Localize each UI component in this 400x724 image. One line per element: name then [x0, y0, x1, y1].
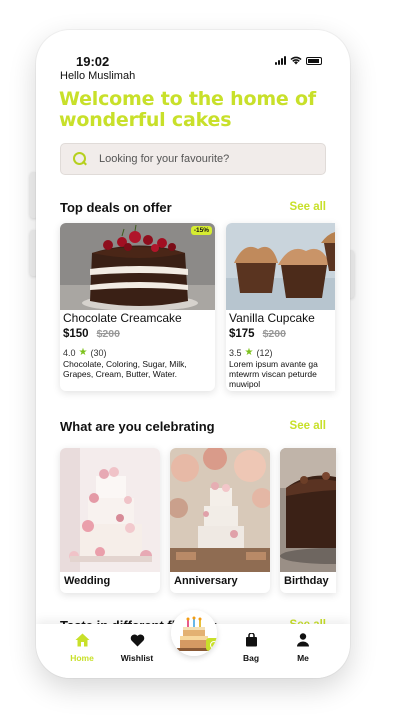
search-bar[interactable] [60, 143, 326, 175]
occasion-label: Anniversary [174, 575, 238, 587]
nav-item-bag[interactable]: Bag [226, 632, 276, 663]
camera-icon [206, 638, 217, 651]
occasion-label: Birthday [284, 575, 329, 587]
deal-image: -15% [60, 223, 215, 310]
celebrating-see-all-link[interactable]: See all [290, 420, 326, 432]
nav-item-wishlist[interactable]: Wishlist [112, 632, 162, 663]
anniversary-cake-image [170, 448, 270, 572]
nav-label: Wishlist [120, 653, 154, 663]
wifi-icon [290, 56, 302, 65]
status-icons [275, 56, 322, 65]
deal-name: Chocolate Creamcake [63, 311, 182, 325]
nav-item-home[interactable]: Home [57, 632, 107, 663]
chocolate-cake-image [60, 223, 215, 310]
occasion-image [60, 448, 160, 572]
review-count: (30) [90, 347, 107, 358]
status-time: 19:02 [76, 54, 110, 69]
deal-price: $150 [63, 328, 89, 340]
deal-rating: 4.0 ★ (30) [63, 347, 107, 358]
rating-value: 4.0 [63, 347, 76, 358]
bag-icon [245, 633, 257, 647]
celebrating-section-title: What are you celebrating [60, 419, 215, 434]
deal-image [226, 223, 335, 310]
price-row: $150 $200 [63, 328, 120, 340]
occasion-image [170, 448, 270, 572]
page-title: Welcome to the home of wonderful cakes [59, 88, 316, 131]
center-cake-button[interactable] [171, 610, 217, 656]
search-icon [73, 152, 87, 166]
deal-description: Chocolate, Coloring, Sugar, Milk, Grapes… [63, 359, 187, 379]
nav-label: Home [70, 653, 94, 663]
phone-screen: 19:02 Hello Muslimah Welcome to the home… [36, 30, 350, 678]
deal-name: Vanilla Cupcake [229, 311, 315, 325]
cupcake-image [226, 223, 335, 310]
deal-rating: 3.5 ★ (12) [229, 347, 273, 358]
star-icon: ★ [78, 347, 88, 358]
occasion-image [280, 448, 336, 572]
signal-icon [275, 56, 286, 65]
home-icon [75, 633, 89, 647]
deal-description: Lorem ipsum avante ga mtewrm viscan petu… [229, 359, 318, 389]
deal-card[interactable]: -15% Chocolate Creamcake $150 $200 4.0 ★… [60, 223, 215, 391]
search-input[interactable] [99, 153, 299, 165]
battery-icon [306, 56, 322, 65]
nav-label: Bag [242, 653, 260, 663]
person-icon [297, 633, 309, 647]
nav-item-me[interactable]: Me [278, 632, 328, 663]
discount-badge: -15% [190, 226, 212, 235]
star-icon: ★ [244, 347, 254, 358]
bottom-nav: Home Wishlist Bag Me [36, 610, 350, 678]
price-row: $175 $200 [229, 328, 286, 340]
greeting: Hello Muslimah [60, 70, 136, 82]
rating-value: 3.5 [229, 347, 242, 358]
nav-label: Me [297, 653, 309, 663]
occasion-card-anniversary[interactable]: Anniversary [170, 448, 270, 593]
heart-icon [130, 634, 144, 646]
deal-old-price: $200 [96, 328, 120, 340]
deal-old-price: $200 [262, 328, 286, 340]
deal-card[interactable]: Vanilla Cupcake $175 $200 3.5 ★ (12) Lor… [226, 223, 335, 391]
birthday-cake-image [280, 448, 336, 572]
deals-section-title: Top deals on offer [60, 200, 172, 215]
occasion-label: Wedding [64, 575, 111, 587]
occasion-card-wedding[interactable]: Wedding [60, 448, 160, 593]
wedding-cake-image [60, 448, 160, 572]
review-count: (12) [256, 347, 273, 358]
occasion-card-birthday[interactable]: Birthday [280, 448, 336, 593]
deal-price: $175 [229, 328, 255, 340]
deals-see-all-link[interactable]: See all [290, 201, 326, 213]
